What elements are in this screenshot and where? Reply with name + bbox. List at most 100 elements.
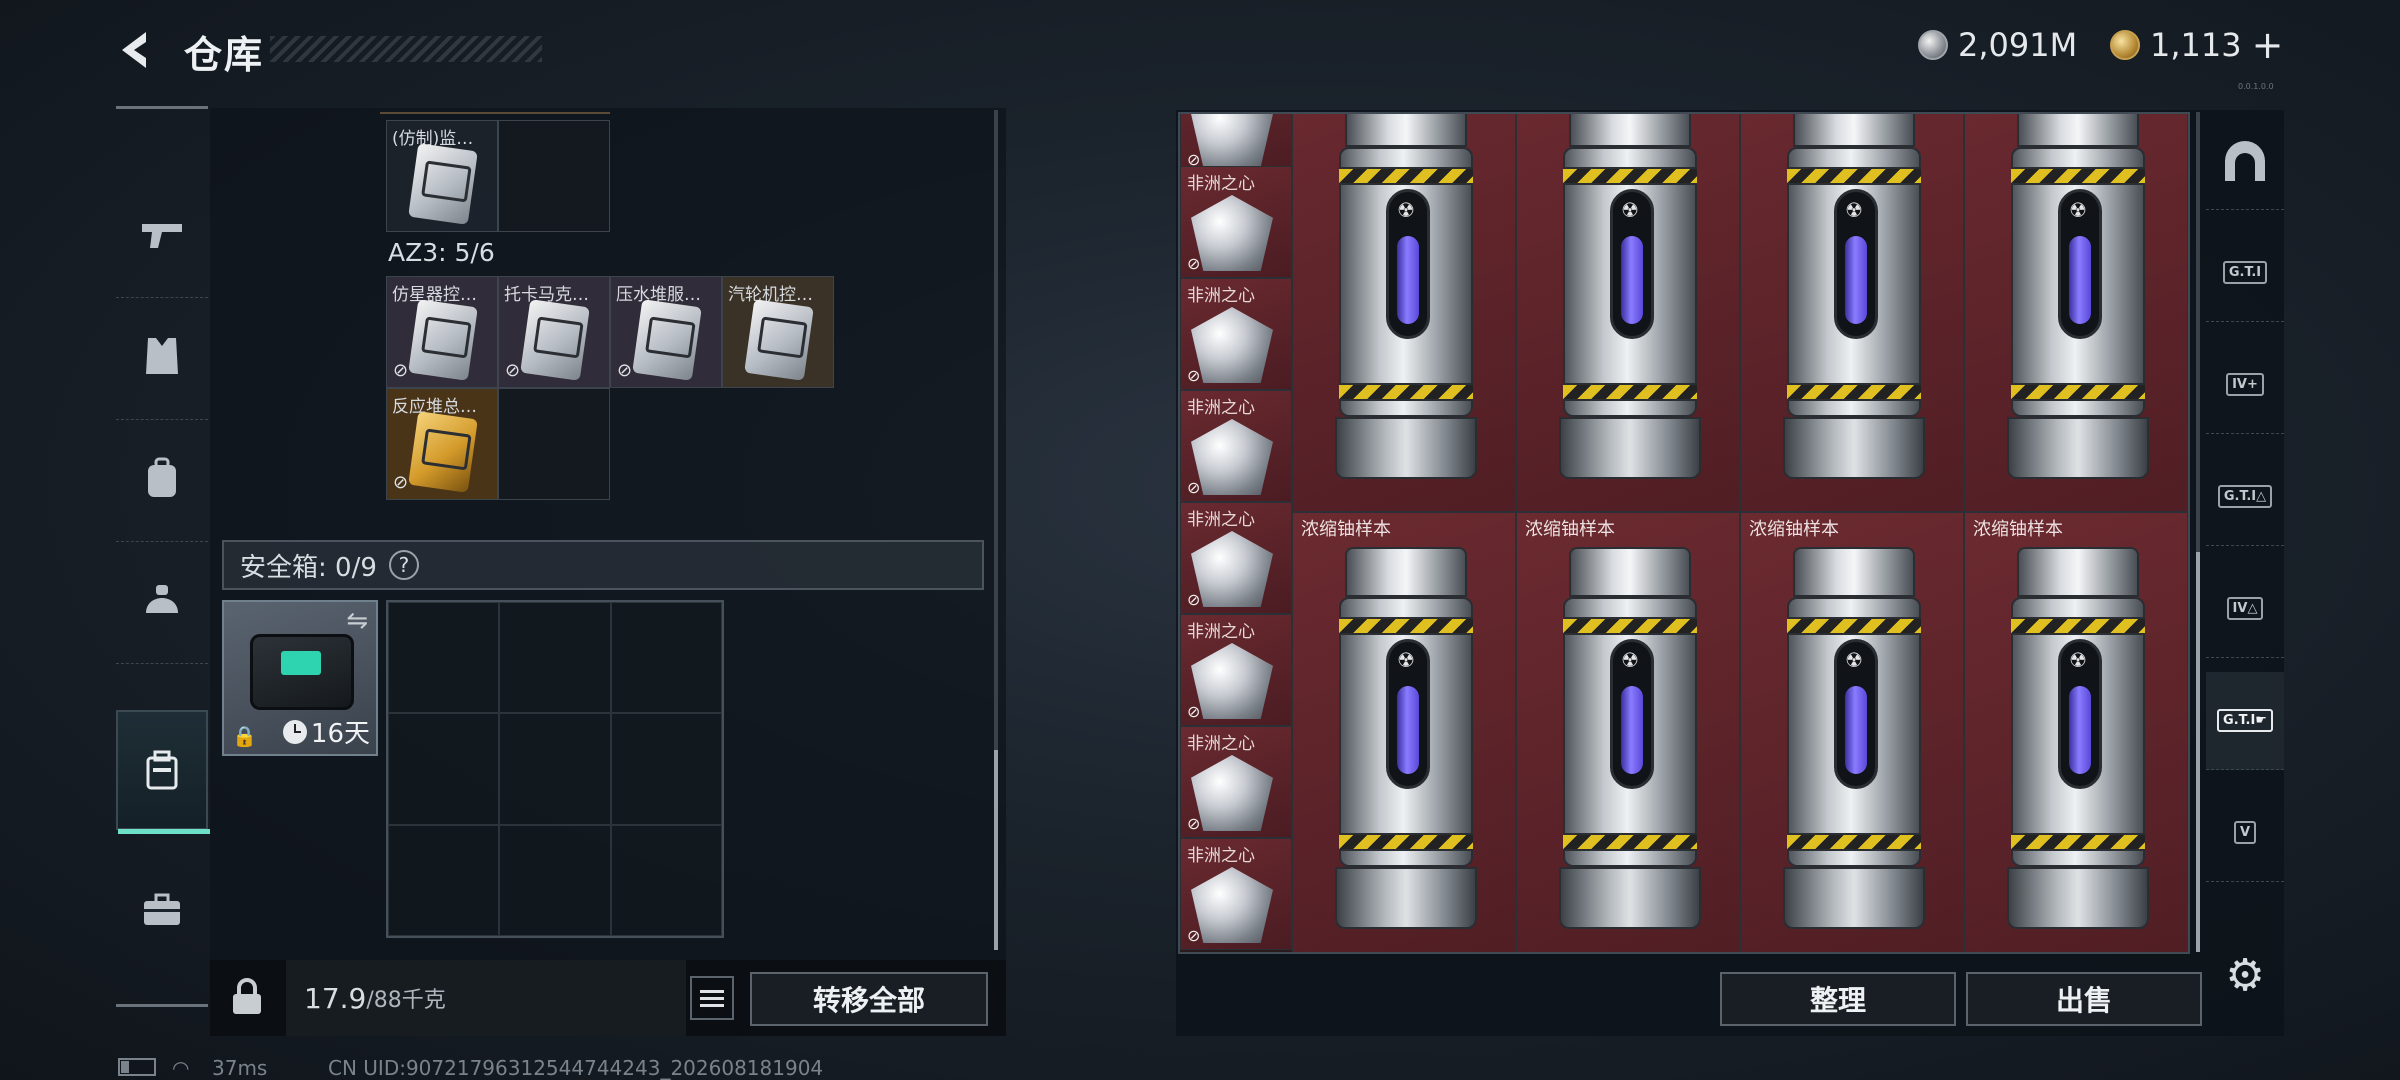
safe-box-grid[interactable] — [386, 600, 724, 938]
item-slot[interactable]: ⊘ — [1180, 114, 1292, 174]
arch-icon — [2225, 140, 2265, 181]
diamond-icon — [1191, 307, 1273, 383]
safe-box-item[interactable]: ⇋ 🔒 16天 — [222, 600, 378, 756]
item-slot[interactable]: 汽轮机控… — [722, 276, 834, 388]
gear-icon[interactable]: ⚙ — [2220, 950, 2270, 1001]
tab-v-key[interactable]: V — [2206, 784, 2284, 882]
gold-amount: 1,113 — [2150, 26, 2242, 64]
expiry-days: 16天 — [310, 719, 370, 749]
item-slot[interactable]: 托卡马克… ⊘ — [498, 276, 610, 388]
iv-warning-icon: IV△ — [2226, 597, 2264, 620]
title-decoration — [270, 36, 542, 62]
nav-weapon[interactable] — [116, 174, 208, 298]
tab-arch[interactable] — [2206, 112, 2284, 210]
item-label: 非洲之心 — [1187, 510, 1255, 530]
tab-gti-warning[interactable]: G.T.I△ — [2206, 448, 2284, 546]
diamond-icon — [1191, 755, 1273, 831]
empty-slot[interactable] — [498, 388, 610, 500]
swap-icon[interactable]: ⇋ — [346, 606, 368, 636]
gun-icon — [142, 224, 182, 248]
item-label: 浓缩铀样本 — [1749, 519, 1839, 540]
silver-currency: 2,091M — [1918, 26, 2077, 64]
help-icon[interactable]: ? — [388, 550, 419, 580]
add-currency-button[interactable]: + — [2252, 26, 2284, 64]
no-trade-icon: ⊘ — [393, 472, 409, 493]
uranium-sample-item[interactable]: 浓缩铀样本 — [1740, 512, 1964, 952]
version-label: 0.0.1.0.0 — [2238, 82, 2274, 91]
access-card-icon — [408, 299, 478, 381]
iv-add-icon: IV+ — [2226, 373, 2264, 396]
sort-button[interactable]: 整理 — [1720, 972, 1956, 1026]
nav-backpack[interactable] — [116, 418, 208, 542]
item-slot[interactable]: 非洲之心 ⊘ — [1180, 614, 1292, 726]
nav-safe-case[interactable] — [116, 710, 210, 834]
item-label: 非洲之心 — [1187, 846, 1255, 866]
storage-scrollbar[interactable] — [2196, 112, 2200, 952]
item-slot[interactable]: 非洲之心 ⊘ — [1180, 166, 1292, 278]
weight-current: 17.9 — [304, 981, 367, 1015]
uid-label: CN UID:9072179631254474424​3_20260818190… — [328, 1056, 824, 1080]
uranium-sample-item[interactable] — [1516, 114, 1740, 512]
item-slot[interactable]: 非洲之心 ⊘ — [1180, 502, 1292, 614]
sell-button[interactable]: 出售 — [1966, 972, 2202, 1026]
item-slot[interactable]: 非洲之心 ⊘ — [1180, 726, 1292, 838]
uranium-sample-item[interactable] — [1964, 114, 2188, 512]
expiry-timer: 16天 — [282, 713, 370, 750]
vest-icon — [146, 338, 178, 374]
access-card-icon — [520, 299, 590, 381]
uranium-canister-icon — [1335, 547, 1477, 931]
uranium-sample-item[interactable] — [1740, 114, 1964, 512]
backpack-icon — [148, 457, 176, 497]
weight-max: /88千克 — [366, 988, 446, 1013]
no-trade-icon: ⊘ — [1187, 366, 1201, 385]
uranium-sample-item[interactable]: 浓缩铀样本 — [1516, 512, 1740, 952]
clock-icon — [282, 719, 307, 744]
left-nav — [116, 106, 210, 1008]
tab-iv-add[interactable]: IV+ — [2206, 336, 2284, 434]
transfer-all-button[interactable]: 转移全部 — [750, 972, 988, 1026]
diamond-icon — [1191, 195, 1273, 271]
item-slot[interactable]: 压水堆服… ⊘ — [610, 276, 722, 388]
gti-case-icon: G.T.I — [2222, 261, 2268, 284]
divider — [380, 112, 610, 114]
nav-helmet[interactable] — [116, 540, 208, 664]
item-slot[interactable]: 非洲之心 ⊘ — [1180, 278, 1292, 390]
uranium-sample-item[interactable]: 浓缩铀样本 — [1292, 512, 1516, 952]
uranium-sample-item[interactable] — [1292, 114, 1516, 512]
gti-warning-icon: G.T.I△ — [2217, 485, 2273, 508]
storage-grid[interactable]: ⊘ 非洲之心 ⊘ 非洲之心 ⊘ 非洲之心 ⊘ 非洲之心 ⊘ 非洲之心 ⊘ 非洲之… — [1178, 112, 2190, 954]
gold-currency: 1,113 + — [2110, 26, 2283, 64]
az3-capacity: AZ3: 5/6 — [388, 238, 495, 267]
no-trade-icon: ⊘ — [505, 360, 521, 381]
list-view-button[interactable] — [690, 976, 734, 1020]
tab-gti-case[interactable]: G.T.I — [2206, 224, 2284, 322]
gold-coin-icon — [2110, 30, 2140, 60]
safe-box-header: 安全箱: 0/9 ? — [222, 540, 984, 590]
nav-briefcase[interactable] — [116, 850, 208, 970]
item-slot[interactable]: 非洲之心 ⊘ — [1180, 838, 1292, 950]
tab-gti-hand[interactable]: G.T.I☛ — [2206, 672, 2284, 770]
no-trade-icon: ⊘ — [1187, 254, 1201, 273]
safe-box-capacity: 安全箱: 0/9 — [240, 552, 377, 583]
item-label: 非洲之心 — [1187, 286, 1255, 306]
access-card-icon — [408, 411, 478, 493]
uranium-sample-item[interactable]: 浓缩铀样本 — [1964, 512, 2188, 952]
back-button[interactable] — [112, 26, 160, 74]
tab-iv-warning[interactable]: IV△ — [2206, 560, 2284, 658]
empty-slot[interactable] — [498, 120, 610, 232]
uranium-canister-icon — [1559, 114, 1701, 481]
item-slot[interactable]: 非洲之心 ⊘ — [1180, 390, 1292, 502]
uranium-canister-icon — [1559, 547, 1701, 931]
diamond-icon — [1191, 867, 1273, 943]
item-slot[interactable]: (仿制)监… — [386, 120, 498, 232]
item-slot[interactable]: 反应堆总… ⊘ — [386, 388, 498, 500]
page-title: 仓库 — [184, 33, 265, 77]
item-slot[interactable]: 仿星器控… ⊘ — [386, 276, 498, 388]
lock-icon: 🔒 — [232, 724, 257, 748]
left-scrollbar[interactable] — [994, 110, 998, 950]
diamond-icon — [1191, 531, 1273, 607]
silver-amount: 2,091M — [1958, 26, 2078, 64]
lock-icon[interactable] — [230, 978, 264, 1025]
nav-armor[interactable] — [116, 296, 208, 420]
wifi-icon: ◠ — [172, 1056, 190, 1080]
